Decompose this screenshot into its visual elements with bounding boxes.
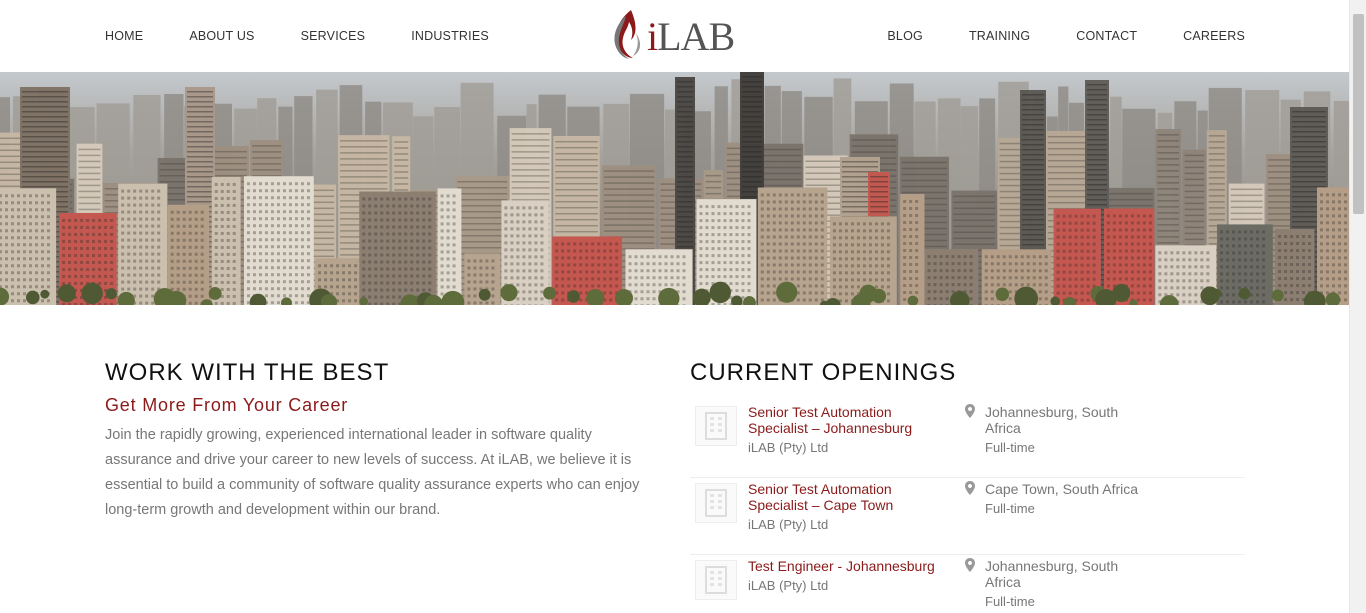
section-subheading: Get More From Your Career [105,395,349,415]
job-title-link[interactable]: Senior Test Automation Specialist – Joha… [748,404,948,436]
nav-about-us[interactable]: ABOUT US [189,29,254,43]
building-icon [705,489,727,517]
site-header: HOME ABOUT US SERVICES INDUSTRIES iLAB B… [0,0,1349,72]
scrollbar-thumb[interactable] [1353,14,1364,214]
location-pin-icon [965,481,975,495]
job-type: Full-time [985,440,1035,455]
openings-heading: CURRENT OPENINGS [690,359,957,386]
building-icon [705,412,727,440]
job-company: iLAB (Pty) Ltd [748,578,829,593]
section-body: Join the rapidly growing, experienced in… [105,427,640,518]
logo-lab: LAB [657,13,735,59]
job-company: iLAB (Pty) Ltd [748,517,829,532]
nav-contact[interactable]: CONTACT [1076,29,1137,43]
nav-careers[interactable]: CAREERS [1183,29,1245,43]
job-listing[interactable]: Test Engineer - Johannesburg iLAB (Pty) … [690,555,1245,613]
job-list: Senior Test Automation Specialist – Joha… [690,401,1245,613]
job-listing[interactable]: Senior Test Automation Specialist – Joha… [690,401,1245,478]
main-nav-right: BLOG TRAINING CONTACT CAREERS [841,0,1245,72]
nav-home[interactable]: HOME [105,29,143,43]
company-logo-placeholder [695,406,737,446]
logo-i: i [647,13,658,59]
job-type: Full-time [985,594,1035,609]
nav-blog[interactable]: BLOG [887,29,923,43]
job-location: Johannesburg, South Africa [985,558,1119,590]
hero-cityscape-image [0,72,1349,305]
page-scrollbar[interactable] [1349,0,1366,613]
nav-services[interactable]: SERVICES [301,29,366,43]
section-heading: WORK WITH THE BEST [105,359,390,386]
job-type: Full-time [985,501,1035,516]
job-location: Johannesburg, South Africa [985,404,1119,436]
cityscape-illustration [0,72,1349,305]
job-title-link[interactable]: Test Engineer - Johannesburg [748,558,958,574]
job-location: Cape Town, South Africa [985,481,1139,497]
job-listing[interactable]: Senior Test Automation Specialist – Cape… [690,478,1245,555]
current-openings-section: CURRENT OPENINGS Senior Test Automation … [690,356,1245,613]
building-icon [705,566,727,594]
job-company: iLAB (Pty) Ltd [748,440,829,455]
work-with-best-section: WORK WITH THE BEST Get More From Your Ca… [105,356,660,523]
location-pin-icon [965,404,975,418]
company-logo-placeholder [695,560,737,600]
ilab-logo[interactable]: iLAB [611,6,741,62]
flame-icon [614,10,641,59]
nav-industries[interactable]: INDUSTRIES [411,29,489,43]
location-pin-icon [965,558,975,572]
company-logo-placeholder [695,483,737,523]
job-title-link[interactable]: Senior Test Automation Specialist – Cape… [748,481,948,513]
nav-training[interactable]: TRAINING [969,29,1030,43]
main-nav-left: HOME ABOUT US SERVICES INDUSTRIES [105,0,535,72]
